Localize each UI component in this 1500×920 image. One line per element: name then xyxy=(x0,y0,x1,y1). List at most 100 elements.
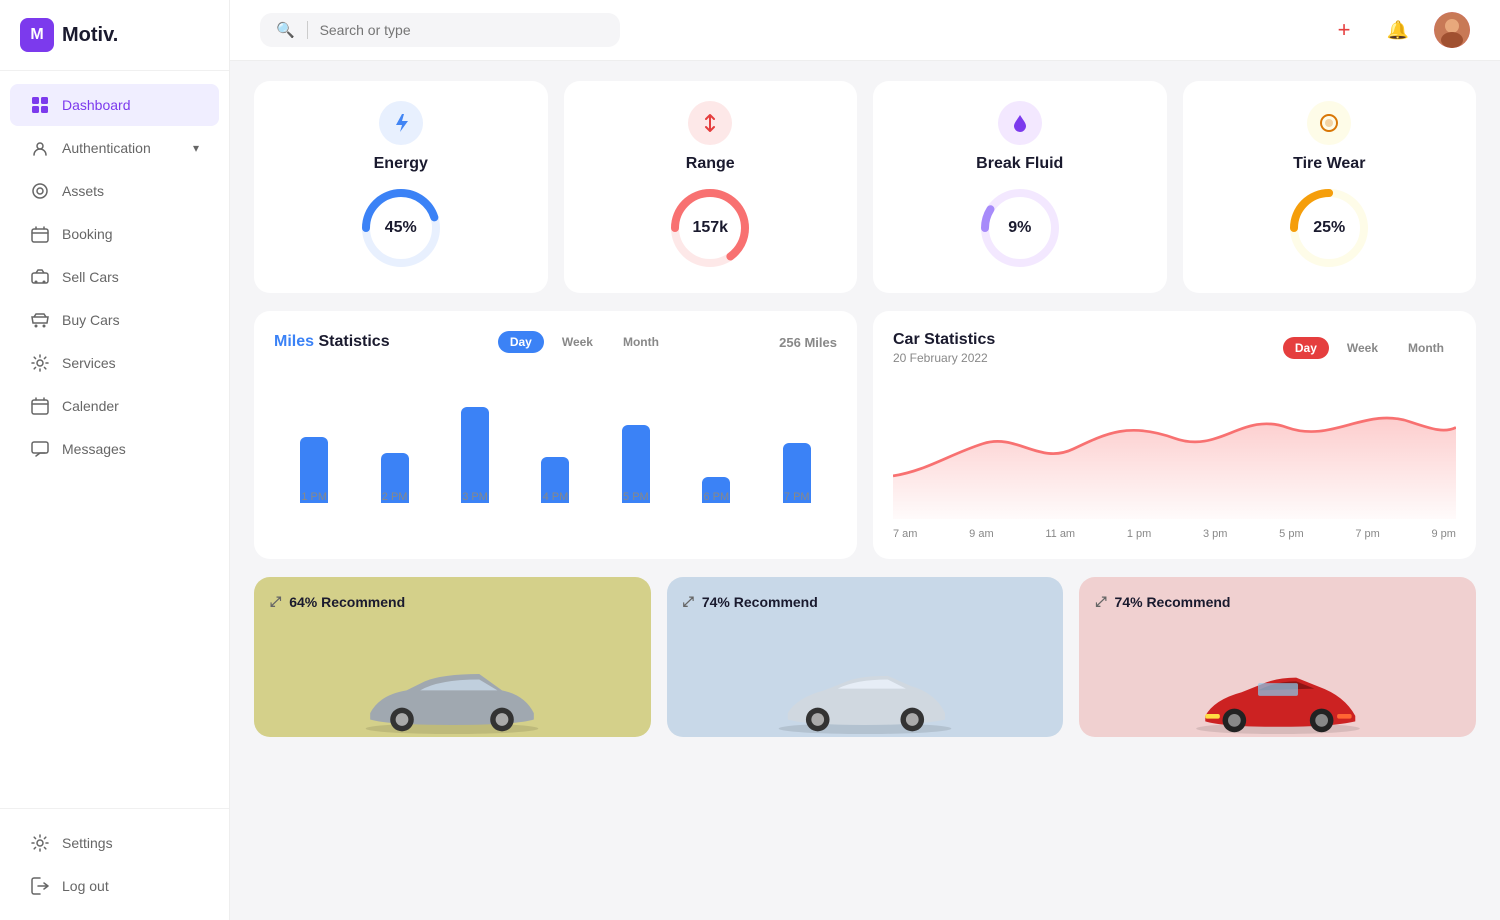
donut-chart-2: 9% xyxy=(975,183,1065,273)
sidebar-label-assets: Assets xyxy=(62,183,104,199)
donut-chart-0: 45% xyxy=(356,183,446,273)
bar-label: 5 PM xyxy=(623,491,649,503)
sidebar-item-buy-cars[interactable]: Buy Cars xyxy=(10,299,219,341)
charts-row: Miles Statistics DayWeekMonth 256 Miles … xyxy=(254,311,1476,559)
stat-card-energy: Energy 45% xyxy=(254,81,548,293)
messages-icon xyxy=(30,439,50,459)
expand-icon-1[interactable]: ⤢ xyxy=(683,593,694,610)
miles-tab-month[interactable]: Month xyxy=(611,331,671,353)
stat-icon-0 xyxy=(379,101,423,145)
bar-label: 6 PM xyxy=(703,491,729,503)
sidebar-item-messages[interactable]: Messages xyxy=(10,428,219,470)
avatar[interactable] xyxy=(1434,12,1470,48)
buy-cars-icon xyxy=(30,310,50,330)
booking-icon xyxy=(30,224,50,244)
sidebar-bottom: Settings Log out xyxy=(0,808,229,920)
donut-value-2: 9% xyxy=(1008,219,1031,237)
bar-chart: 1 PM 2 PM 3 PM 4 PM 5 PM 6 PM 7 PM xyxy=(274,367,837,527)
sidebar-label-dashboard: Dashboard xyxy=(62,97,131,113)
search-bar[interactable]: 🔍 xyxy=(260,13,620,47)
stats-row: Energy 45% Range 157k Break Fluid xyxy=(254,81,1476,293)
sidebar-item-settings[interactable]: Settings xyxy=(10,822,219,864)
bell-icon[interactable]: 🔔 xyxy=(1380,12,1416,48)
sidebar-label-logout: Log out xyxy=(62,878,109,894)
sidebar-item-sell-cars[interactable]: Sell Cars xyxy=(10,256,219,298)
sidebar-label-booking: Booking xyxy=(62,226,113,242)
bar-label: 4 PM xyxy=(543,491,569,503)
miles-total: 256 Miles xyxy=(779,335,837,350)
main-area: 🔍 + 🔔 Energy 45% xyxy=(230,0,1500,920)
recommend-header-2: ⤢ 74% Recommend xyxy=(1095,593,1460,610)
bar-col: 2 PM xyxy=(354,367,434,503)
recommend-row: ⤢ 64% Recommend ⤢ 74% Recommend ⤢ 74% Re… xyxy=(254,577,1476,737)
bar-col: 4 PM xyxy=(515,367,595,503)
search-divider xyxy=(307,21,308,39)
expand-icon-0[interactable]: ⤢ xyxy=(270,593,281,610)
add-button[interactable]: + xyxy=(1326,12,1362,48)
recommend-card-2: ⤢ 74% Recommend xyxy=(1079,577,1476,737)
sidebar-item-booking[interactable]: Booking xyxy=(10,213,219,255)
sidebar-label-services: Services xyxy=(62,355,116,371)
dashboard-icon xyxy=(30,95,50,115)
bar-col: 7 PM xyxy=(757,367,837,503)
bar-label: 2 PM xyxy=(382,491,408,503)
car-shape-1 xyxy=(667,662,1064,737)
area-x-label: 11 am xyxy=(1045,528,1075,540)
area-x-label: 9 pm xyxy=(1432,528,1456,540)
car-tab-day[interactable]: Day xyxy=(1283,337,1329,359)
sidebar-item-dashboard[interactable]: Dashboard xyxy=(10,84,219,126)
miles-tab-day[interactable]: Day xyxy=(498,331,544,353)
logo-icon: M xyxy=(20,18,54,52)
header-right: + 🔔 xyxy=(1326,12,1470,48)
car-chart-card: Car Statistics 20 February 2022 Day Week M… xyxy=(873,311,1476,559)
sidebar-label-messages: Messages xyxy=(62,441,126,457)
calender-icon xyxy=(30,396,50,416)
area-x-label: 7 pm xyxy=(1355,528,1379,540)
settings-icon xyxy=(30,833,50,853)
area-x-labels: 7 am9 am11 am1 pm3 pm5 pm7 pm9 pm xyxy=(893,528,1456,540)
area-chart: 7 am9 am11 am1 pm3 pm5 pm7 pm9 pm xyxy=(893,379,1456,539)
sidebar-item-logout[interactable]: Log out xyxy=(10,865,219,907)
area-x-label: 7 am xyxy=(893,528,917,540)
area-x-label: 5 pm xyxy=(1279,528,1303,540)
stat-title-1: Range xyxy=(686,155,735,173)
car-chart-date: 20 February 2022 xyxy=(893,351,995,365)
sell-cars-icon xyxy=(30,267,50,287)
sidebar-label-buy-cars: Buy Cars xyxy=(62,312,120,328)
area-x-label: 9 am xyxy=(969,528,993,540)
car-shape-2 xyxy=(1079,662,1476,737)
recommend-card-0: ⤢ 64% Recommend xyxy=(254,577,651,737)
header: 🔍 + 🔔 xyxy=(230,0,1500,61)
authentication-icon xyxy=(30,138,50,158)
donut-value-0: 45% xyxy=(385,219,417,237)
logout-icon xyxy=(30,876,50,896)
bar-col: 6 PM xyxy=(676,367,756,503)
car-chart-title: Car Statistics xyxy=(893,331,995,349)
sidebar-label-calender: Calender xyxy=(62,398,119,414)
sidebar-item-assets[interactable]: Assets xyxy=(10,170,219,212)
car-tab-week[interactable]: Week xyxy=(1335,337,1390,359)
sidebar-item-calender[interactable]: Calender xyxy=(10,385,219,427)
donut-chart-1: 157k xyxy=(665,183,755,273)
search-input[interactable] xyxy=(320,22,604,38)
bar-label: 1 PM xyxy=(301,491,327,503)
services-icon xyxy=(30,353,50,373)
assets-icon xyxy=(30,181,50,201)
sidebar-logo: M Motiv. xyxy=(0,0,229,71)
miles-chart-card: Miles Statistics DayWeekMonth 256 Miles … xyxy=(254,311,857,559)
chevron-icon: ▾ xyxy=(193,141,199,155)
miles-tab-week[interactable]: Week xyxy=(550,331,605,353)
car-shape-0 xyxy=(254,662,651,737)
sidebar-item-services[interactable]: Services xyxy=(10,342,219,384)
donut-value-3: 25% xyxy=(1313,219,1345,237)
donut-value-1: 157k xyxy=(692,219,728,237)
stat-icon-3 xyxy=(1307,101,1351,145)
stat-card-tire-wear: Tire Wear 25% xyxy=(1183,81,1477,293)
car-tab-group: Day Week Month xyxy=(1283,337,1456,359)
sidebar-label-settings: Settings xyxy=(62,835,113,851)
stat-title-3: Tire Wear xyxy=(1293,155,1365,173)
recommend-label-1: 74% Recommend xyxy=(702,594,818,610)
car-tab-month[interactable]: Month xyxy=(1396,337,1456,359)
sidebar-item-authentication[interactable]: Authentication ▾ xyxy=(10,127,219,169)
expand-icon-2[interactable]: ⤢ xyxy=(1095,593,1106,610)
